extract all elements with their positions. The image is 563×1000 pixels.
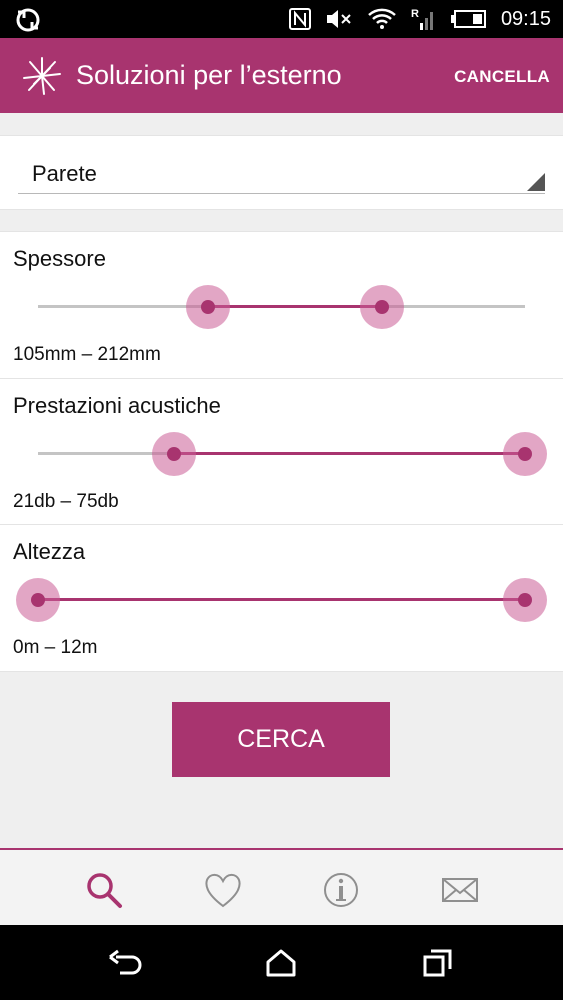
range-slider-track[interactable] [38, 432, 547, 476]
type-select-value: Parete [32, 161, 97, 186]
slider-card-altezza: Altezza 0m – 12m [0, 524, 563, 672]
range-slider-thumb-high[interactable] [503, 578, 547, 622]
wifi-icon [368, 8, 396, 29]
search-button[interactable]: CERCA [172, 702, 390, 777]
page-title: Soluzioni per l’esterno [76, 60, 342, 90]
svg-text:R: R [411, 8, 419, 20]
range-slider-thumb-low[interactable] [186, 285, 231, 329]
range-slider-fill [173, 452, 525, 455]
slider-range-text: 21db – 75db [13, 491, 119, 512]
status-bar: R 09:15 [0, 0, 563, 38]
mute-icon [326, 10, 351, 28]
slider-range-text: 105mm – 212mm [13, 344, 161, 365]
range-slider-thumb-low[interactable] [151, 432, 196, 476]
bottom-nav [0, 848, 563, 927]
status-time: 09:15 [500, 7, 551, 30]
slider-card-acoustic: Prestazioni acustiche 21db – 75db [0, 378, 563, 526]
range-slider-thumb-high[interactable] [503, 432, 547, 476]
starburst-logo-icon [23, 57, 61, 95]
system-nav-bar [0, 925, 563, 1000]
info-icon[interactable] [321, 870, 361, 910]
range-slider-fill [38, 598, 525, 601]
home-icon[interactable] [265, 949, 297, 977]
range-slider-thumb-high[interactable] [359, 285, 404, 329]
battery-icon [450, 10, 486, 28]
slider-range-text: 0m – 12m [13, 637, 98, 658]
search-icon[interactable] [84, 870, 124, 910]
back-icon[interactable] [108, 949, 142, 977]
dropdown-caret-icon [527, 173, 545, 191]
mail-icon[interactable] [440, 870, 480, 910]
sync-icon [16, 8, 40, 32]
cancel-button[interactable]: CANCELLA [454, 67, 550, 87]
range-slider-fill [208, 305, 382, 308]
heart-icon[interactable] [203, 870, 243, 910]
type-select-card: Parete [0, 135, 563, 210]
range-slider-track[interactable] [16, 578, 547, 622]
type-select[interactable]: Parete [18, 136, 545, 194]
slider-card-spessore: Spessore 105mm – 212mm [0, 231, 563, 379]
slider-label: Altezza [13, 539, 86, 564]
range-slider-thumb-low[interactable] [16, 578, 60, 622]
nfc-icon [288, 8, 311, 30]
signal-icon: R [411, 8, 433, 30]
recents-icon[interactable] [423, 949, 453, 977]
range-slider-track[interactable] [38, 285, 525, 329]
slider-label: Spessore [13, 246, 106, 271]
app-bar: Soluzioni per l’esterno CANCELLA [0, 38, 563, 113]
slider-label: Prestazioni acustiche [13, 393, 221, 418]
